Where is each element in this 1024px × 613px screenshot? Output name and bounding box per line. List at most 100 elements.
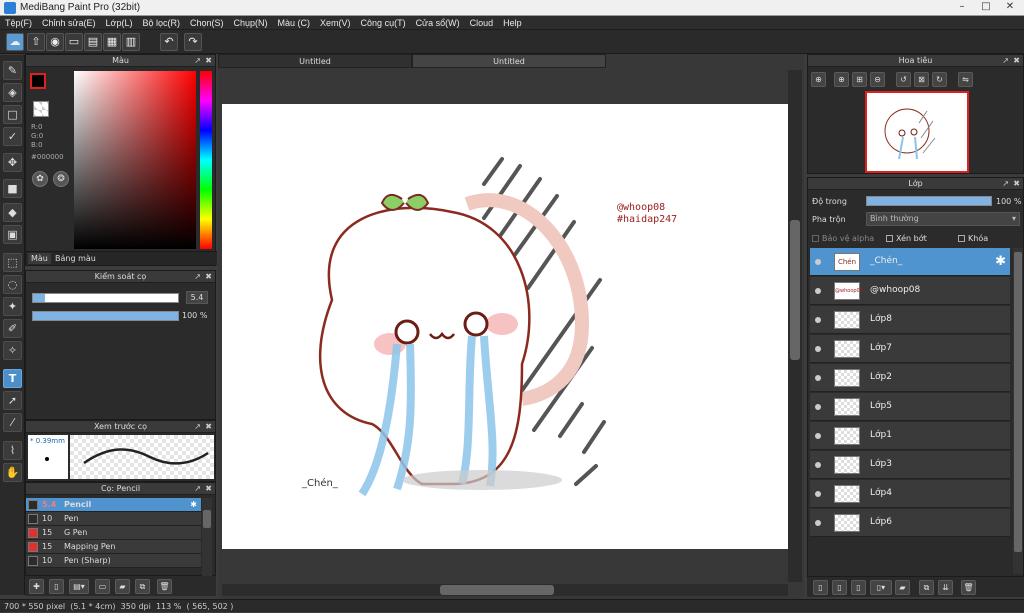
brush-menu-icon[interactable]: ▤▾ bbox=[69, 579, 89, 594]
layer-item-lop1[interactable]: Lớp1 bbox=[810, 422, 1010, 450]
vertical-scrollbar[interactable] bbox=[788, 70, 802, 582]
menu-view[interactable]: Xem(V) bbox=[315, 16, 356, 30]
visibility-icon[interactable] bbox=[815, 433, 821, 439]
page-icon[interactable]: ▤ bbox=[84, 33, 102, 51]
new-color-layer-icon[interactable]: ▯ bbox=[832, 580, 847, 595]
panel-icon[interactable]: ▥ bbox=[122, 33, 140, 51]
transparent-color-swatch[interactable] bbox=[33, 101, 49, 117]
brush-size-slider[interactable] bbox=[32, 293, 179, 303]
expand-icon[interactable]: ↗ bbox=[194, 483, 201, 495]
close-icon[interactable]: ✖ bbox=[1013, 55, 1020, 67]
rect-tool-icon[interactable]: □ bbox=[3, 105, 22, 124]
close-icon[interactable]: ✖ bbox=[1013, 178, 1020, 190]
add-layer-menu-icon[interactable]: ▯▾ bbox=[870, 580, 892, 595]
visibility-icon[interactable] bbox=[815, 346, 821, 352]
expand-icon[interactable]: ↗ bbox=[1002, 178, 1009, 190]
palette-icon[interactable]: ✿ bbox=[32, 171, 48, 187]
brush-item-mapping-pen[interactable]: 15 Mapping Pen bbox=[26, 540, 201, 554]
fit-icon[interactable]: ⊞ bbox=[852, 72, 867, 87]
drawing-canvas[interactable]: @whoop08 #haidap247 _Chén_ bbox=[222, 104, 788, 549]
fill-rect-tool-icon[interactable]: ■ bbox=[3, 179, 22, 198]
hue-slider[interactable] bbox=[200, 71, 212, 249]
undo-icon[interactable]: ↶ bbox=[160, 33, 178, 51]
layers-scrollbar[interactable] bbox=[1013, 248, 1023, 574]
lock-checkbox[interactable]: Khóa bbox=[958, 234, 988, 243]
flip-icon[interactable]: ⇋ bbox=[958, 72, 973, 87]
visibility-icon[interactable] bbox=[815, 375, 821, 381]
brush-opacity-slider[interactable] bbox=[32, 311, 179, 321]
tab-palette[interactable]: Bảng màu bbox=[52, 253, 99, 264]
eyedropper-icon[interactable]: ⌇ bbox=[3, 441, 22, 460]
color-picker-square[interactable] bbox=[74, 71, 196, 249]
redo-icon[interactable]: ↷ bbox=[184, 33, 202, 51]
visibility-icon[interactable] bbox=[815, 462, 821, 468]
move-tool-icon[interactable]: ✥ bbox=[3, 153, 22, 172]
close-icon[interactable]: ✖ bbox=[205, 483, 212, 495]
layer-item-lop7[interactable]: Lớp7 bbox=[810, 335, 1010, 363]
eraser-tool-icon[interactable]: ◈ bbox=[3, 83, 22, 102]
check-tool-icon[interactable]: ✓ bbox=[3, 127, 22, 146]
brush-tool-icon[interactable]: ✎ bbox=[3, 61, 22, 80]
horizontal-scrollbar[interactable] bbox=[222, 584, 788, 596]
foreground-color-swatch[interactable] bbox=[30, 73, 46, 89]
menu-color[interactable]: Màu (C) bbox=[273, 16, 316, 30]
trash-icon[interactable]: 🗑 bbox=[157, 579, 172, 594]
gradient-tool-icon[interactable]: ▣ bbox=[3, 225, 22, 244]
maximize-button[interactable]: □ bbox=[974, 0, 998, 15]
brush-item-g-pen[interactable]: 15 G Pen bbox=[26, 526, 201, 540]
layer-item-lop6[interactable]: Lớp6 bbox=[810, 509, 1010, 537]
menu-layer[interactable]: Lớp(L) bbox=[101, 16, 138, 30]
visibility-icon[interactable] bbox=[815, 317, 821, 323]
close-icon[interactable]: ✖ bbox=[205, 55, 212, 67]
tab-untitled-2[interactable]: Untitled bbox=[412, 54, 606, 68]
close-button[interactable]: ✕ bbox=[998, 0, 1022, 15]
hand-tool-icon[interactable]: ✋ bbox=[3, 463, 22, 482]
brush-item-pen[interactable]: 10 Pen bbox=[26, 512, 201, 526]
visibility-icon[interactable] bbox=[815, 259, 821, 265]
lasso-tool-icon[interactable]: ◌ bbox=[3, 275, 22, 294]
brush-list-scrollbar[interactable] bbox=[202, 498, 212, 576]
visibility-icon[interactable] bbox=[815, 404, 821, 410]
menu-edit[interactable]: Chỉnh sửa(E) bbox=[37, 16, 101, 30]
brush-item-pencil[interactable]: 5.4 Pencil ✱ bbox=[26, 498, 201, 512]
visibility-icon[interactable] bbox=[815, 520, 821, 526]
menu-tools[interactable]: Công cụ(T) bbox=[356, 16, 411, 30]
protect-alpha-checkbox[interactable]: Bảo vệ alpha bbox=[812, 234, 874, 243]
brush-item-pen-sharp[interactable]: 10 Pen (Sharp) bbox=[26, 554, 201, 568]
navigator-preview[interactable] bbox=[865, 91, 969, 173]
menu-help[interactable]: Help bbox=[498, 16, 527, 30]
close-icon[interactable]: ✖ bbox=[205, 421, 212, 433]
brush-size-value[interactable]: 5.4 bbox=[186, 291, 208, 304]
divide-tool-icon[interactable]: ⁄ bbox=[3, 413, 22, 432]
rotate-left-icon[interactable]: ↺ bbox=[896, 72, 911, 87]
cloud-icon[interactable]: ☁ bbox=[6, 33, 24, 51]
expand-icon[interactable]: ↗ bbox=[1002, 55, 1009, 67]
close-icon[interactable]: ✖ bbox=[205, 271, 212, 283]
menu-window[interactable]: Cửa sổ(W) bbox=[411, 16, 465, 30]
copy-brush-icon[interactable]: ▭ bbox=[95, 579, 110, 594]
expand-icon[interactable]: ↗ bbox=[194, 421, 201, 433]
layer-item-whoop08[interactable]: @whoop08 @whoop08 bbox=[810, 277, 1010, 305]
new-halftone-layer-icon[interactable]: ▯ bbox=[851, 580, 866, 595]
visibility-icon[interactable] bbox=[815, 491, 821, 497]
merge-down-icon[interactable]: ⇊ bbox=[938, 580, 953, 595]
color-wheel-icon[interactable]: ❂ bbox=[53, 171, 69, 187]
blend-mode-select[interactable]: Bình thường ▾ bbox=[866, 212, 1020, 226]
text-tool-icon[interactable]: T bbox=[3, 369, 22, 388]
clipping-checkbox[interactable]: Xén bớt bbox=[886, 234, 927, 243]
zoom-in-icon[interactable]: ⊕ bbox=[811, 72, 826, 87]
reset-icon[interactable]: ⊠ bbox=[914, 72, 929, 87]
menu-file[interactable]: Tệp(F) bbox=[0, 16, 37, 30]
select-pen-icon[interactable]: ✐ bbox=[3, 319, 22, 338]
upload-icon[interactable]: ⇧ bbox=[27, 33, 45, 51]
folder-icon[interactable]: ▰ bbox=[895, 580, 910, 595]
new-layer-icon[interactable]: ▯ bbox=[813, 580, 828, 595]
expand-icon[interactable]: ↗ bbox=[194, 55, 201, 67]
visibility-icon[interactable] bbox=[815, 288, 821, 294]
duplicate-icon[interactable]: ⧉ bbox=[135, 579, 150, 594]
new-brush-icon[interactable]: ▯ bbox=[49, 579, 64, 594]
magic-wand-icon[interactable]: ✦ bbox=[3, 297, 22, 316]
gear-icon[interactable]: ✱ bbox=[995, 254, 1006, 269]
minimize-button[interactable]: – bbox=[950, 0, 974, 15]
rotate-right-icon[interactable]: ↻ bbox=[932, 72, 947, 87]
